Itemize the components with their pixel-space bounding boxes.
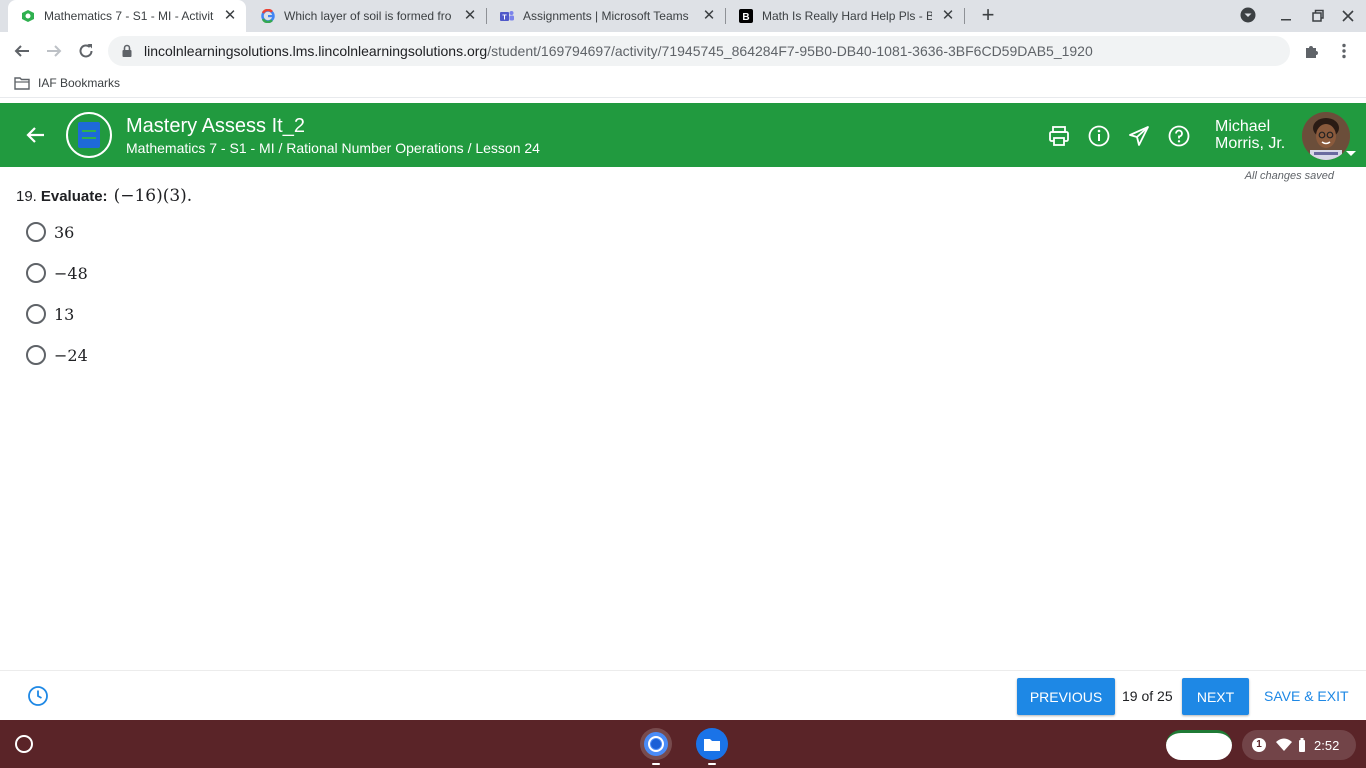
os-shelf — [0, 720, 1366, 768]
tab-title: Which layer of soil is formed fro — [284, 9, 452, 23]
google-icon — [260, 8, 276, 24]
clock-icon[interactable] — [27, 685, 49, 707]
app-running-indicator — [652, 763, 660, 765]
book-icon — [78, 122, 100, 148]
app-header: Mastery Assess It_2 Mathematics 7 - S1 -… — [0, 103, 1366, 167]
radio-button[interactable] — [26, 263, 46, 283]
user-menu-caret-icon[interactable] — [1346, 151, 1356, 156]
close-tab-icon[interactable]: ✕ — [701, 8, 717, 24]
svg-text:B: B — [742, 12, 749, 23]
save-exit-button[interactable]: SAVE & EXIT — [1264, 688, 1349, 704]
answer-option-text: −24 — [54, 345, 88, 365]
tab-title: Math Is Really Hard Help Pls - Br — [762, 9, 932, 23]
wifi-icon — [1276, 738, 1292, 751]
close-window-icon[interactable] — [1338, 6, 1358, 26]
back-icon[interactable] — [9, 38, 35, 64]
minimize-icon[interactable] — [1276, 6, 1296, 26]
tab-microsoft-teams[interactable]: T Assignments | Microsoft Teams ✕ — [487, 0, 725, 32]
lock-icon — [122, 44, 132, 57]
assessment-footer: PREVIOUS 19 of 25 NEXT SAVE & EXIT — [0, 670, 1366, 720]
browser-toolbar: lincolnlearningsolutions.lms.lincolnlear… — [0, 32, 1366, 70]
svg-text:T: T — [502, 15, 507, 22]
new-tab-button[interactable]: + — [976, 4, 1000, 28]
back-arrow-icon[interactable] — [24, 123, 48, 147]
url-text: lincolnlearningsolutions.lms.lincolnlear… — [144, 43, 1093, 59]
user-name[interactable]: Michael Morris, Jr. — [1215, 118, 1285, 152]
launcher-icon[interactable] — [15, 735, 33, 753]
url-host: lincolnlearningsolutions.lms.lincolnlear… — [144, 43, 488, 59]
send-icon[interactable] — [1127, 124, 1151, 148]
answer-option[interactable]: −48 — [26, 263, 88, 283]
avatar[interactable] — [1302, 112, 1350, 160]
clock-time: 2:52 — [1314, 737, 1340, 753]
previous-button[interactable]: PREVIOUS — [1017, 678, 1115, 715]
radio-button[interactable] — [26, 222, 46, 242]
page-title: Mastery Assess It_2 — [126, 115, 305, 137]
tab-soil-question[interactable]: Which layer of soil is formed fro ✕ — [248, 0, 486, 32]
next-button[interactable]: NEXT — [1182, 678, 1249, 715]
notification-badge: 1 — [1252, 738, 1266, 752]
breadcrumb: Mathematics 7 - S1 - MI / Rational Numbe… — [126, 140, 540, 156]
user-first-name: Michael — [1215, 118, 1271, 135]
browser-tab-strip: Mathematics 7 - S1 - MI - Activiti ✕ Whi… — [0, 0, 1366, 32]
address-bar[interactable]: lincolnlearningsolutions.lms.lincolnlear… — [108, 36, 1290, 66]
answer-option[interactable]: 13 — [26, 304, 74, 324]
tab-mathematics[interactable]: Mathematics 7 - S1 - MI - Activiti ✕ — [8, 0, 246, 32]
tab-title: Assignments | Microsoft Teams — [523, 9, 689, 23]
tab-brainly[interactable]: B Math Is Really Hard Help Pls - Br ✕ — [726, 0, 964, 32]
chrome-app-icon[interactable] — [640, 728, 672, 760]
tab-search-icon[interactable] — [1238, 6, 1258, 26]
tab-separator — [964, 8, 965, 24]
files-app-icon[interactable] — [696, 728, 728, 760]
bookmark-folder-iaf[interactable]: IAF Bookmarks — [14, 76, 120, 90]
radio-button[interactable] — [26, 345, 46, 365]
tab-title: Mathematics 7 - S1 - MI - Activiti — [44, 9, 214, 23]
close-tab-icon[interactable]: ✕ — [462, 8, 478, 24]
answer-option-text: −48 — [54, 263, 88, 283]
reload-icon[interactable] — [73, 38, 99, 64]
radio-button[interactable] — [26, 304, 46, 324]
help-icon[interactable] — [1167, 124, 1191, 148]
tray-pod[interactable] — [1166, 730, 1232, 760]
teams-icon: T — [499, 8, 515, 24]
answer-option[interactable]: 36 — [26, 222, 74, 242]
question-prompt: 19. Evaluate: (−16)(3). — [16, 186, 192, 206]
more-menu-icon[interactable] — [1331, 38, 1357, 64]
answer-option-text: 13 — [54, 304, 75, 324]
restore-icon[interactable] — [1308, 6, 1328, 26]
close-tab-icon[interactable]: ✕ — [940, 8, 956, 24]
info-icon[interactable] — [1087, 124, 1111, 148]
app-running-indicator — [708, 763, 716, 765]
question-label: Evaluate: — [40, 188, 108, 205]
bookmarks-bar: IAF Bookmarks — [0, 70, 1366, 98]
extensions-icon[interactable] — [1299, 38, 1325, 64]
brainly-icon: B — [738, 8, 754, 24]
page-indicator: 19 of 25 — [1122, 688, 1173, 704]
bookmark-label: IAF Bookmarks — [38, 76, 121, 90]
question-expression: (−16)(3). — [113, 186, 193, 206]
answer-option[interactable]: −24 — [26, 345, 88, 365]
url-path: /student/169794697/activity/71945745_864… — [487, 43, 1093, 59]
save-status: All changes saved — [1244, 170, 1334, 182]
folder-icon — [14, 77, 30, 90]
close-tab-icon[interactable]: ✕ — [222, 8, 238, 24]
answer-option-text: 36 — [54, 222, 75, 242]
course-logo — [66, 112, 112, 158]
lincoln-learning-icon — [20, 8, 36, 24]
question-number: 19. — [16, 188, 37, 205]
forward-icon[interactable] — [41, 38, 67, 64]
print-icon[interactable] — [1047, 124, 1071, 148]
user-last-name: Morris, Jr. — [1215, 135, 1286, 152]
battery-icon — [1299, 738, 1305, 752]
status-area[interactable]: 1 2:52 — [1242, 730, 1356, 760]
